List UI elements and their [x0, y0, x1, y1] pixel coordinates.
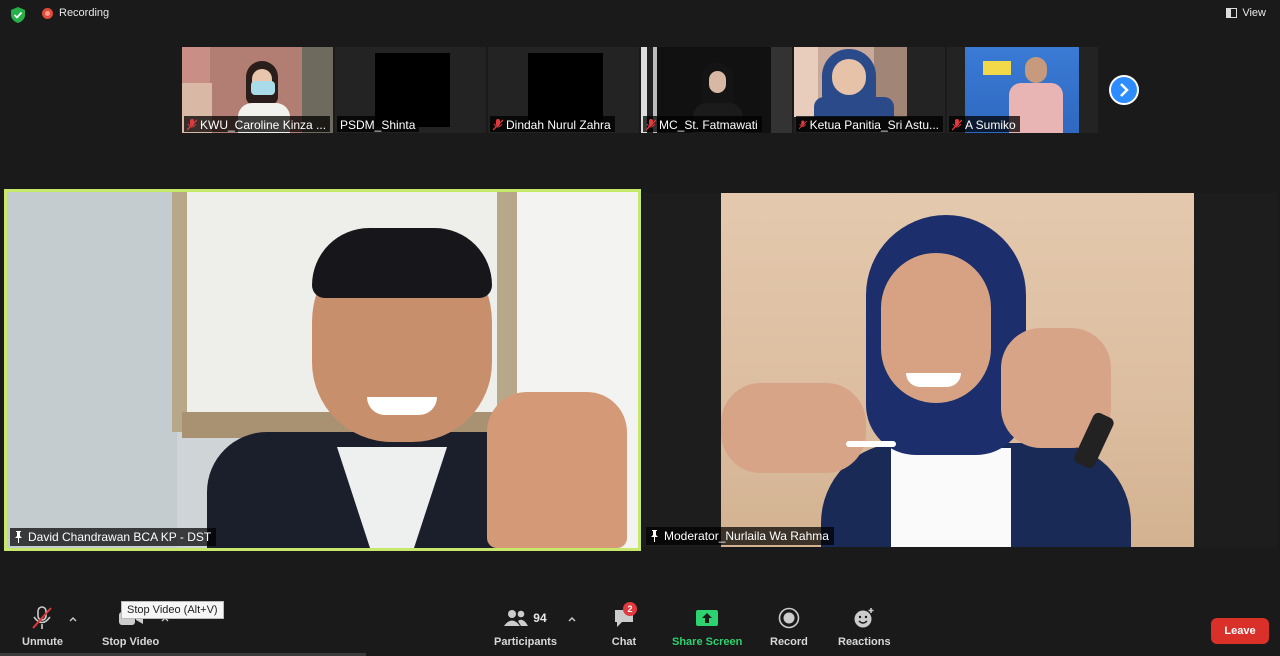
participant-thumbnail[interactable]: PSDM_Shinta: [335, 47, 486, 133]
mic-muted-icon: [187, 118, 197, 130]
participant-thumbnail[interactable]: Dindah Nurul Zahra: [488, 47, 639, 133]
recording-label: Recording: [59, 7, 110, 19]
thumbnail-label: Ketua Panitia_Sri Astu...: [796, 116, 943, 132]
share-screen-button[interactable]: Share Screen: [672, 606, 742, 648]
record-button[interactable]: Record: [770, 606, 808, 648]
mic-muted-icon: [952, 118, 962, 130]
participant-thumbnail[interactable]: MC_St. Fatmawati: [641, 47, 792, 133]
thumbnail-label: Dindah Nurul Zahra: [490, 116, 615, 132]
leave-button[interactable]: Leave: [1211, 618, 1269, 644]
record-icon: [778, 607, 800, 629]
reactions-smiley-icon: [854, 608, 874, 628]
stop-video-tooltip: Stop Video (Alt+V): [121, 601, 224, 619]
thumbnail-label: KWU_Caroline Kinza ...: [184, 116, 331, 132]
thumbnail-label: A Sumiko: [949, 116, 1020, 132]
participants-icon: [504, 610, 529, 626]
chevron-up-icon[interactable]: [568, 616, 576, 622]
chat-button[interactable]: 2 Chat: [609, 602, 639, 648]
unmute-button[interactable]: Unmute: [22, 606, 63, 648]
participant-thumbnail[interactable]: KWU_Caroline Kinza ...: [182, 47, 333, 133]
participant-thumbnail[interactable]: Ketua Panitia_Sri Astu...: [794, 47, 945, 133]
video-name-label: Moderator_Nurlaila Wa Rahma: [646, 527, 834, 545]
mic-muted-icon: [799, 119, 807, 129]
participant-thumbnail[interactable]: A Sumiko: [947, 47, 1098, 133]
reactions-button[interactable]: Reactions: [838, 606, 891, 648]
active-speaker-video[interactable]: David Chandrawan BCA KP - DST: [4, 189, 641, 551]
mic-muted-icon: [493, 118, 503, 130]
participants-button[interactable]: 94 Participants: [494, 606, 557, 648]
pin-icon: [15, 531, 22, 543]
thumbnail-label: PSDM_Shinta: [337, 116, 420, 132]
view-layout-icon: [1226, 8, 1238, 18]
mic-muted-icon: [646, 118, 656, 130]
chevron-right-icon: [1120, 83, 1129, 97]
mic-muted-icon: [32, 606, 53, 629]
video-frame: [721, 193, 1194, 547]
meeting-top-bar: Recording View: [0, 0, 1280, 30]
view-button[interactable]: View: [1226, 7, 1266, 19]
thumbnail-label: MC_St. Fatmawati: [643, 116, 762, 132]
next-page-button[interactable]: [1109, 75, 1139, 105]
share-screen-icon: [696, 610, 719, 626]
recording-dot-icon: [42, 7, 53, 19]
participant-thumbnail-strip: KWU_Caroline Kinza ... PSDM_Shinta Dinda…: [182, 47, 1098, 133]
chat-unread-badge: 2: [623, 602, 637, 616]
chevron-up-icon[interactable]: [69, 616, 77, 622]
pin-icon: [651, 530, 658, 542]
video-name-label: David Chandrawan BCA KP - DST: [10, 528, 217, 546]
participant-video[interactable]: Moderator_Nurlaila Wa Rahma: [643, 193, 1277, 547]
participants-count: 94: [533, 611, 547, 625]
recording-indicator[interactable]: Recording: [42, 7, 109, 19]
view-label: View: [1242, 7, 1266, 19]
shield-check-icon[interactable]: [11, 7, 25, 23]
